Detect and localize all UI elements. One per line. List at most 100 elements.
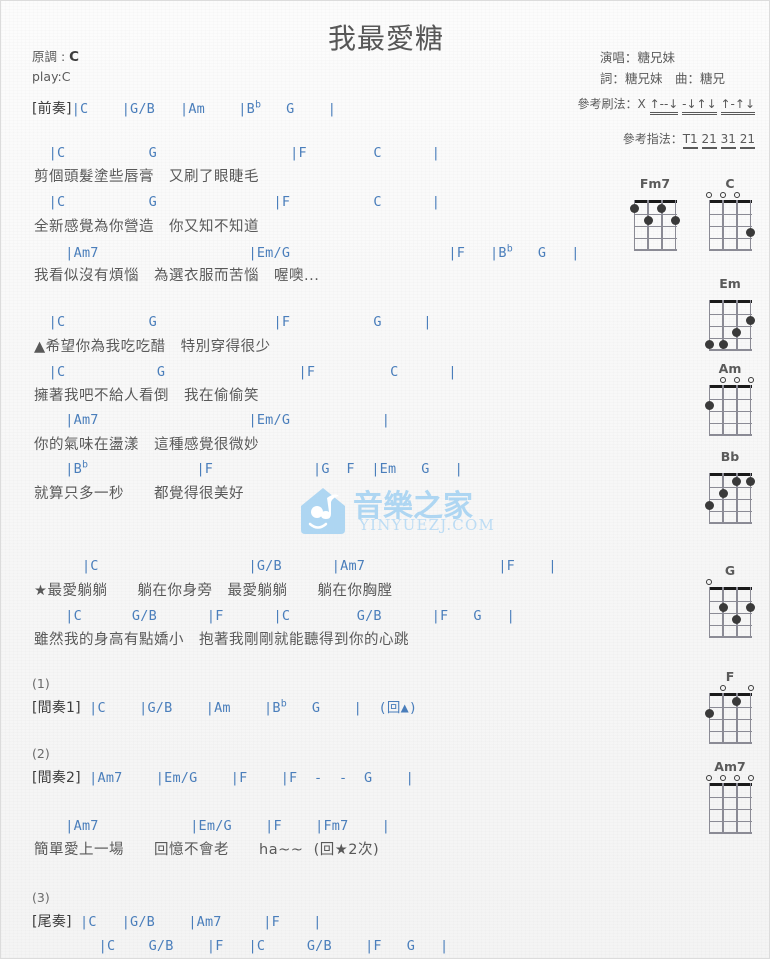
chord-line: [間奏2] |Am7 |Em/G |F |F - - G |: [32, 770, 414, 786]
finger-dot: [732, 697, 742, 707]
lyric-line: 剪個頭髮塗些唇膏 又刷了眼睫毛: [34, 169, 259, 185]
chord-line: |C G |F G |: [32, 314, 432, 330]
chord-diagram-f: F: [701, 669, 759, 744]
finger-dot: [746, 603, 756, 613]
pick-pattern-label: 參考指法：: [622, 132, 683, 146]
chord-diagram-name: Fm7: [639, 176, 671, 191]
fret-line: [708, 487, 752, 489]
chord-line: |Am7 |Em/G |F |Bb G |: [32, 243, 580, 261]
fret-line: [708, 742, 752, 744]
key-info: 原調 : C play:C: [32, 47, 79, 86]
nut: [708, 587, 752, 590]
finger-dot: [732, 477, 742, 487]
pick-pattern-row: 參考指法：T1 21 31 21: [622, 130, 755, 149]
nut: [708, 693, 752, 696]
strum-pattern-value: X ↑--↓ -↓↑↓ ↑-↑↓: [638, 97, 755, 115]
open-string-circle-icon: [706, 579, 713, 585]
finger-dot: [746, 477, 756, 487]
section-tag: [間奏2]: [32, 770, 81, 786]
fret-line: [633, 214, 677, 216]
fret-line: [708, 498, 752, 501]
writer-row: 詞：糖兄妹 曲：糖兄: [600, 68, 725, 89]
fret-line: [708, 797, 752, 799]
string-line: [736, 385, 738, 435]
composer-value: 糖兄: [699, 71, 725, 86]
lyric-line: 就算只多一秒 都覺得很美好: [34, 486, 244, 502]
section-number: (1): [32, 676, 50, 691]
open-string-circle-icon: [720, 685, 727, 691]
singer-row: 演唱：糖兄妹: [600, 47, 725, 68]
chord-line: |Bb |F |G F |Em G |: [32, 459, 463, 477]
open-string-markers: [701, 464, 759, 473]
composer-label: 曲：: [674, 71, 700, 86]
section-tag: [間奏1]: [32, 700, 81, 716]
fret-line: [708, 510, 752, 512]
string-line: [750, 200, 752, 250]
string-line: [750, 693, 752, 743]
site-watermark: 音樂之家 YINYUEZJ.COM: [297, 482, 507, 548]
fret-line: [708, 612, 752, 615]
strum-pattern-row: 參考刷法：X ↑--↓ -↓↑↓ ↑-↑↓: [577, 95, 755, 115]
lyric-line: 雖然我的身高有點嬌小 抱著我剛剛就能聽得到你的心跳: [34, 632, 409, 648]
fret-line: [708, 422, 752, 424]
fret-line: [633, 249, 677, 251]
fretboard-grid: [708, 587, 756, 638]
watermark-logo-icon: 音樂之家: [301, 488, 473, 534]
open-string-circle-icon: [747, 377, 754, 383]
fret-line: [708, 237, 752, 239]
string-line: [722, 200, 724, 250]
open-string-markers: [701, 376, 759, 385]
fret-line: [633, 237, 677, 239]
finger-dot: [704, 339, 714, 349]
string-line: [736, 300, 738, 350]
string-line: [708, 473, 710, 523]
watermark-logo-text: 音樂之家: [353, 489, 473, 524]
finger-dot: [718, 603, 728, 613]
finger-dot: [704, 709, 714, 719]
fret-line: [708, 730, 752, 732]
chord-diagram-fm7: Fm7: [626, 176, 684, 251]
fret-line: [708, 399, 752, 401]
fretboard-grid: [704, 300, 756, 351]
lyric-line: ▲希望你為我吃吃醋 特別穿得很少: [34, 339, 271, 355]
finger-dot: [732, 614, 742, 624]
lyric-line: 簡單愛上一場 回憶不會老 ha~~ (回★2次): [34, 842, 380, 858]
fret-line: [708, 349, 752, 351]
original-key-label: 原調 :: [32, 49, 66, 64]
fret-line: [708, 522, 752, 524]
nut: [708, 783, 752, 786]
lyric-line: 擁著我吧不給人看倒 我在偷偷笑: [34, 388, 259, 404]
chord-line: [間奏1] |C |G/B |Am |Bb G | (回▲): [32, 698, 418, 716]
string-line: [736, 587, 738, 637]
lyricist-label: 詞：: [599, 71, 625, 86]
chord-line: |C |G/B |Am7 |F |: [32, 558, 557, 574]
finger-dot: [704, 500, 714, 510]
nut: [708, 385, 752, 388]
open-string-circle-icon: [720, 775, 727, 781]
pick-pattern-value: T1 21 31 21: [682, 132, 755, 149]
open-string-markers: [701, 291, 759, 300]
nut: [708, 473, 752, 476]
chord-diagram-name: C: [725, 176, 735, 191]
string-line: [708, 200, 710, 250]
string-line: [722, 385, 724, 435]
fret-line: [708, 601, 752, 603]
lyricist-value: 糖兄妹: [624, 71, 663, 86]
chord-diagram-c: C: [701, 176, 759, 251]
fret-line: [708, 214, 752, 216]
section-tag: [尾奏]: [32, 914, 72, 930]
string-line: [708, 587, 710, 637]
chord-diagram-g: G: [701, 563, 759, 638]
string-line: [736, 200, 738, 250]
finger-dot: [657, 204, 667, 214]
fretboard-grid: [708, 783, 752, 834]
chord-diagram-name: Am: [718, 361, 742, 376]
open-string-markers: [701, 774, 759, 783]
open-string-circle-icon: [734, 775, 740, 781]
fret-line: [708, 410, 752, 413]
finger-dot: [718, 339, 728, 349]
chord-sheet-page: 我最愛糖 原調 : C play:C 演唱：糖兄妹 詞：糖兄妹 曲：糖兄 參考刷…: [0, 0, 770, 959]
open-string-markers: [626, 191, 684, 200]
fret-line: [708, 325, 752, 328]
chord-line: [尾奏] |C |G/B |Am7 |F |: [32, 914, 322, 930]
